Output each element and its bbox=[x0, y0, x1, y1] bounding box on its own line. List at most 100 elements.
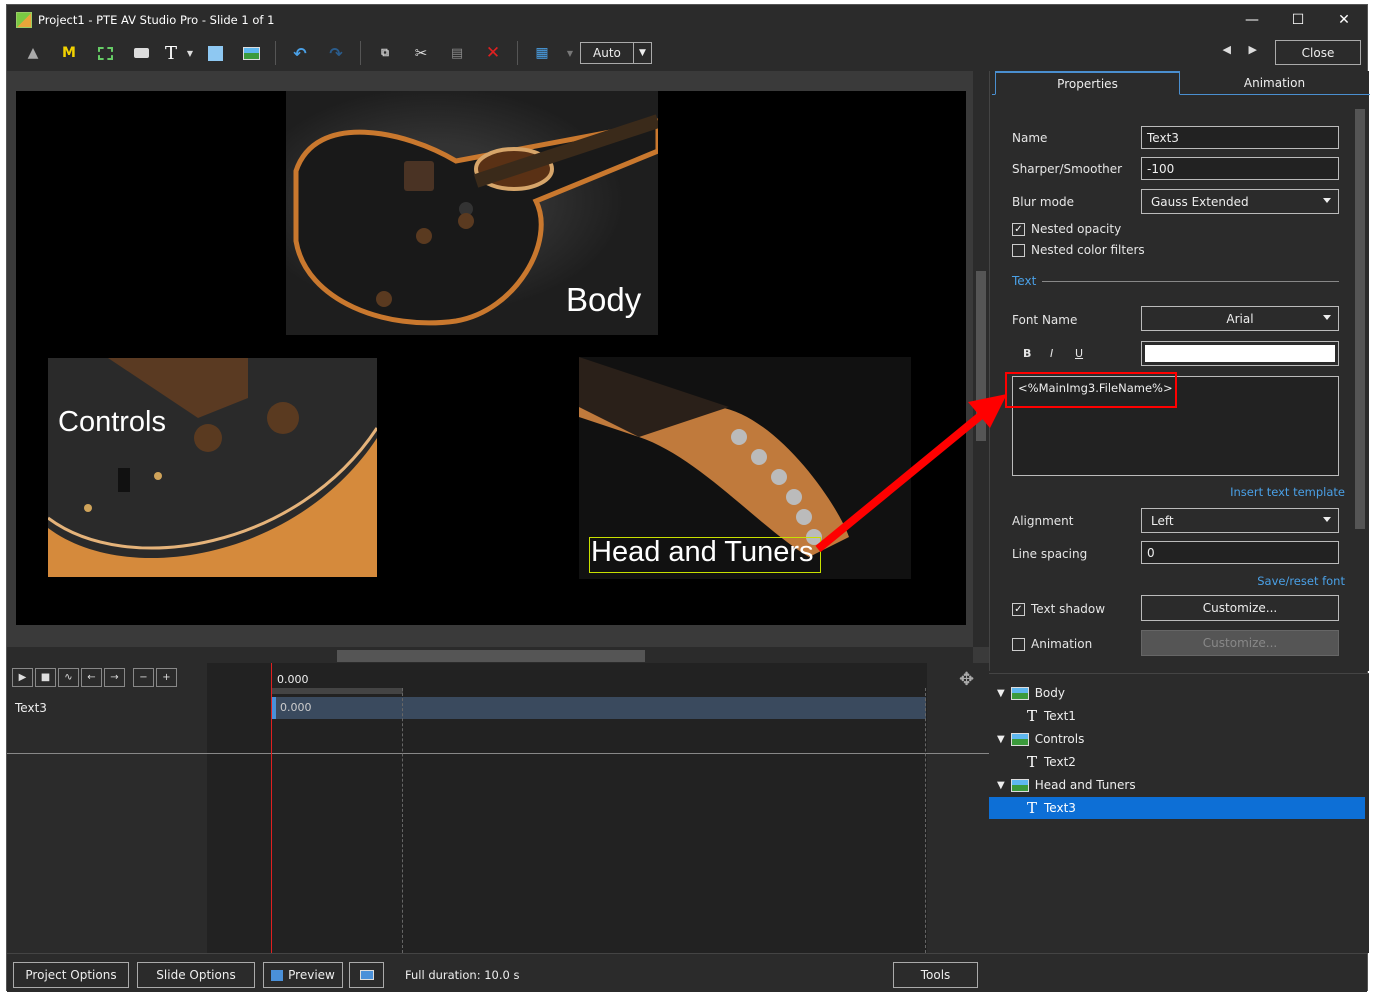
toolbar: ▲ M T ▼ ↶ ↷ ⧉ ✂ ▤ ✕ ▦ ▼ Auto ▼ ◀ ▶ Close bbox=[7, 35, 1367, 71]
prev-slide-icon[interactable]: ◀ bbox=[1223, 43, 1231, 56]
slide-canvas-area: Body Controls Head and Tuners bbox=[7, 71, 989, 663]
track-header[interactable]: Text3 bbox=[7, 695, 207, 721]
slide-preview[interactable]: Body Controls Head and Tuners bbox=[16, 91, 966, 625]
tree-item-head-and-tuners[interactable]: ▼ Head and Tuners bbox=[989, 774, 1365, 796]
zoom-out-icon[interactable]: − bbox=[133, 668, 154, 687]
text-color-picker[interactable] bbox=[1141, 341, 1339, 366]
text-icon: T bbox=[1027, 707, 1038, 725]
image-icon[interactable] bbox=[233, 39, 269, 67]
body-photo[interactable]: Body bbox=[286, 91, 658, 335]
stop-icon[interactable]: ■ bbox=[35, 668, 56, 687]
minimize-button[interactable]: — bbox=[1229, 5, 1275, 35]
playhead[interactable] bbox=[271, 663, 272, 953]
timeline-marker bbox=[925, 688, 926, 953]
alignment-select[interactable]: Left bbox=[1141, 508, 1339, 533]
video-icon[interactable] bbox=[123, 39, 159, 67]
preview-button[interactable]: Preview bbox=[263, 962, 343, 988]
underline-button[interactable]: U bbox=[1075, 347, 1083, 360]
slide-options-button[interactable]: Slide Options bbox=[137, 962, 255, 988]
close-window-button[interactable]: ✕ bbox=[1321, 5, 1367, 35]
scroll-thumb[interactable] bbox=[976, 271, 986, 441]
blur-mode-value: Gauss Extended bbox=[1151, 194, 1249, 209]
tree-item-text2[interactable]: T Text2 bbox=[989, 751, 1365, 773]
font-name-select[interactable]: Arial bbox=[1141, 306, 1339, 331]
chevron-down-icon[interactable]: ▼ bbox=[997, 688, 1005, 699]
undo-icon[interactable]: ↶ bbox=[282, 39, 318, 67]
track-bar[interactable]: 0.000 bbox=[271, 697, 926, 719]
blur-mode-select[interactable]: Gauss Extended bbox=[1141, 189, 1339, 214]
text-tool-button[interactable]: T bbox=[159, 39, 183, 67]
zoom-select[interactable]: Auto ▼ bbox=[580, 42, 652, 64]
arrow-left-icon[interactable]: ← bbox=[81, 668, 102, 687]
text-shadow-customize-button[interactable]: Customize... bbox=[1141, 595, 1339, 621]
save-reset-font-link[interactable]: Save/reset font bbox=[1257, 574, 1345, 588]
monitor-icon bbox=[359, 970, 374, 980]
image-icon bbox=[1010, 732, 1029, 746]
rectangle-icon[interactable] bbox=[197, 39, 233, 67]
chevron-down-icon[interactable]: ▼ bbox=[997, 734, 1005, 745]
bold-button[interactable]: B bbox=[1023, 347, 1031, 360]
close-button[interactable]: Close bbox=[1275, 40, 1361, 65]
scroll-thumb[interactable] bbox=[1355, 109, 1365, 529]
tab-properties[interactable]: Properties bbox=[995, 71, 1180, 95]
text-shadow-checkbox[interactable]: ✓ Text shadow bbox=[1012, 602, 1105, 616]
move-icon[interactable]: ✥ bbox=[959, 669, 974, 690]
italic-button[interactable]: I bbox=[1050, 347, 1053, 360]
nested-color-checkbox[interactable]: Nested color filters bbox=[1012, 243, 1145, 257]
properties-scrollbar[interactable] bbox=[1352, 95, 1368, 671]
camera-icon[interactable]: ▲ bbox=[15, 39, 51, 67]
scroll-thumb[interactable] bbox=[337, 650, 645, 662]
tree-item-controls[interactable]: ▼ Controls bbox=[989, 728, 1365, 750]
app-icon bbox=[16, 12, 32, 28]
canvas-vertical-scrollbar[interactable] bbox=[973, 71, 989, 647]
tree-item-label: Text3 bbox=[1044, 801, 1076, 815]
waveform-icon[interactable]: ∿ bbox=[58, 668, 79, 687]
nested-opacity-checkbox[interactable]: ✓ Nested opacity bbox=[1012, 222, 1121, 236]
grid-dropdown-icon[interactable]: ▼ bbox=[560, 39, 580, 67]
grid-icon[interactable]: ▦ bbox=[524, 39, 560, 67]
head-caption[interactable]: Head and Tuners bbox=[591, 536, 813, 569]
project-options-button[interactable]: Project Options bbox=[13, 962, 129, 988]
controls-photo[interactable]: Controls bbox=[48, 358, 377, 577]
play-icon[interactable]: ▶ bbox=[12, 668, 33, 687]
text-shadow-label: Text shadow bbox=[1031, 602, 1106, 616]
tab-animation[interactable]: Animation bbox=[1182, 71, 1367, 95]
animation-checkbox[interactable]: Animation bbox=[1012, 637, 1092, 651]
text-icon: T bbox=[1027, 799, 1038, 817]
text-tool-dropdown-icon[interactable]: ▼ bbox=[183, 39, 197, 67]
canvas-horizontal-scrollbar[interactable] bbox=[7, 647, 973, 663]
sharper-field[interactable]: -100 bbox=[1141, 157, 1339, 180]
line-spacing-field[interactable]: 0 bbox=[1141, 541, 1339, 564]
preview-label: Preview bbox=[288, 968, 335, 982]
tree-item-text1[interactable]: T Text1 bbox=[989, 705, 1365, 727]
delete-icon[interactable]: ✕ bbox=[475, 39, 511, 67]
tree-item-body[interactable]: ▼ Body bbox=[989, 682, 1365, 704]
tools-button[interactable]: Tools bbox=[893, 962, 978, 988]
name-field[interactable]: Text3 bbox=[1141, 126, 1339, 149]
mask-button[interactable]: M bbox=[51, 39, 87, 67]
checkbox-empty-icon bbox=[1012, 637, 1025, 651]
frame-icon[interactable] bbox=[87, 39, 123, 67]
selected-text-frame[interactable]: Head and Tuners bbox=[589, 536, 821, 573]
line-spacing-label: Line spacing bbox=[1012, 547, 1088, 561]
fullscreen-preview-button[interactable] bbox=[349, 962, 384, 988]
tree-item-text3[interactable]: T Text3 bbox=[989, 797, 1365, 819]
body-caption[interactable]: Body bbox=[566, 281, 641, 319]
next-slide-icon[interactable]: ▶ bbox=[1249, 43, 1257, 56]
font-name-value: Arial bbox=[1226, 311, 1254, 326]
properties-panel: Properties Animation Name Text3 Sharper/… bbox=[989, 71, 1370, 671]
cut-icon[interactable]: ✂ bbox=[403, 39, 439, 67]
highlight-box bbox=[1005, 372, 1177, 408]
blur-mode-label: Blur mode bbox=[1012, 195, 1074, 209]
controls-caption[interactable]: Controls bbox=[58, 406, 166, 439]
arrow-right-icon[interactable]: → bbox=[104, 668, 125, 687]
chevron-down-icon[interactable]: ▼ bbox=[997, 780, 1005, 791]
zoom-in-icon[interactable]: + bbox=[156, 668, 177, 687]
copy-icon[interactable]: ⧉ bbox=[367, 39, 403, 67]
name-label: Name bbox=[1012, 131, 1048, 145]
insert-text-template-link[interactable]: Insert text template bbox=[1230, 485, 1345, 499]
redo-icon[interactable]: ↷ bbox=[318, 39, 354, 67]
guitar-controls-image bbox=[48, 358, 377, 577]
paste-icon[interactable]: ▤ bbox=[439, 39, 475, 67]
maximize-button[interactable]: ☐ bbox=[1275, 5, 1321, 35]
